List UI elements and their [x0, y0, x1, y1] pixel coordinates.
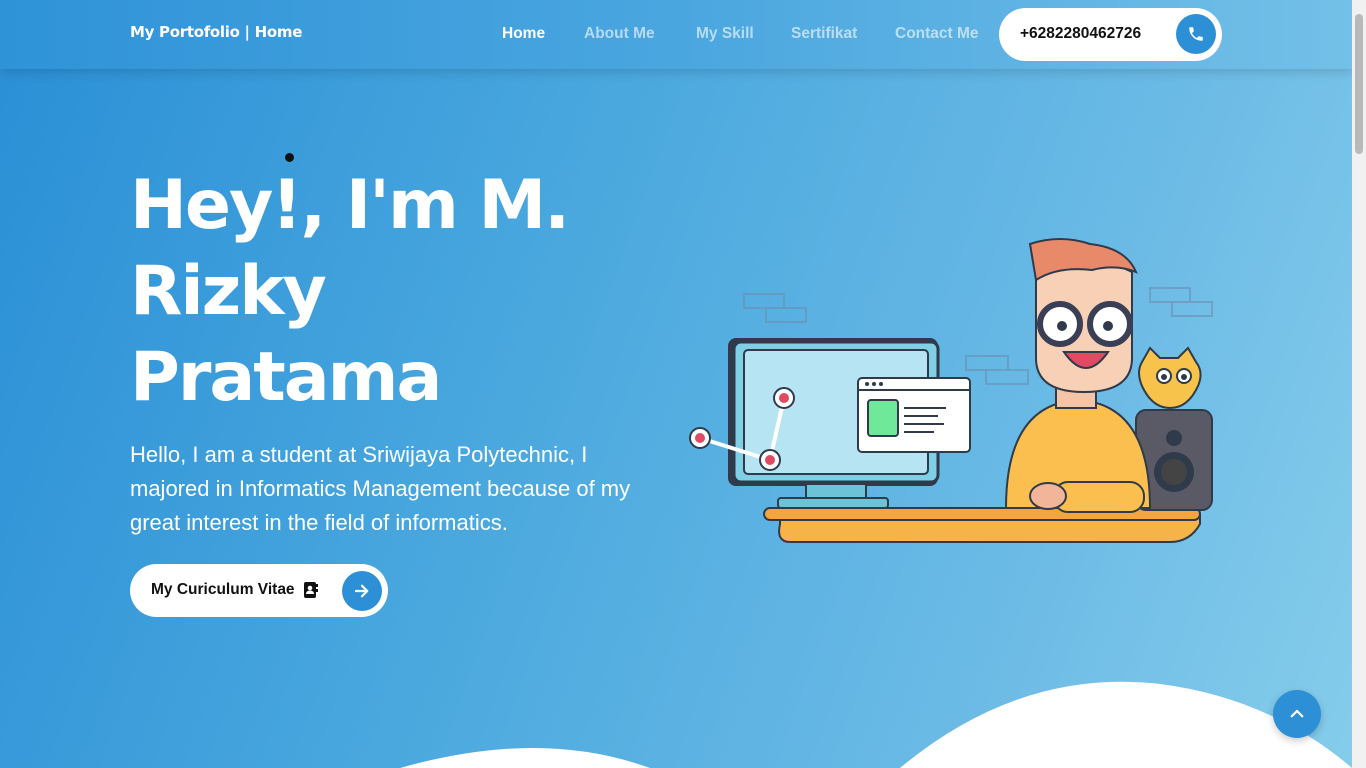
arrow-right-icon[interactable]	[342, 571, 382, 611]
brand-title[interactable]: My Portofolio | Home	[130, 23, 302, 41]
hero-title: Hey!, I'm M. Rizky Pratama	[130, 166, 570, 417]
nav-link-sertifikat[interactable]: Sertifikat	[791, 25, 857, 43]
nav-link-contact-me[interactable]: Contact Me	[895, 25, 979, 43]
nav-link-my-skill[interactable]: My Skill	[696, 25, 754, 43]
nav-link-about-me[interactable]: About Me	[584, 25, 655, 43]
cv-button[interactable]: My Curiculum Vitae	[130, 564, 388, 617]
hero-description: Hello, I am a student at Sriwijaya Polyt…	[130, 442, 631, 535]
wave-decoration	[400, 681, 1352, 768]
cv-button-label: My Curiculum Vitae	[151, 581, 295, 598]
scrollbar[interactable]	[1352, 0, 1366, 768]
back-to-top-button[interactable]	[1273, 690, 1321, 738]
phone-contact-button[interactable]: +6282280462726	[999, 8, 1222, 61]
developer-illustration	[689, 238, 1213, 543]
nav-link-home[interactable]: Home	[502, 25, 545, 43]
address-book-icon	[303, 581, 319, 603]
navbar: My Portofolio | Home Home About Me My Sk…	[0, 0, 1352, 69]
chevron-up-icon	[1290, 709, 1304, 718]
phone-number: +6282280462726	[1020, 25, 1142, 42]
mouse-cursor	[285, 153, 294, 162]
phone-icon[interactable]	[1176, 14, 1216, 54]
scrollbar-thumb[interactable]	[1355, 14, 1363, 154]
